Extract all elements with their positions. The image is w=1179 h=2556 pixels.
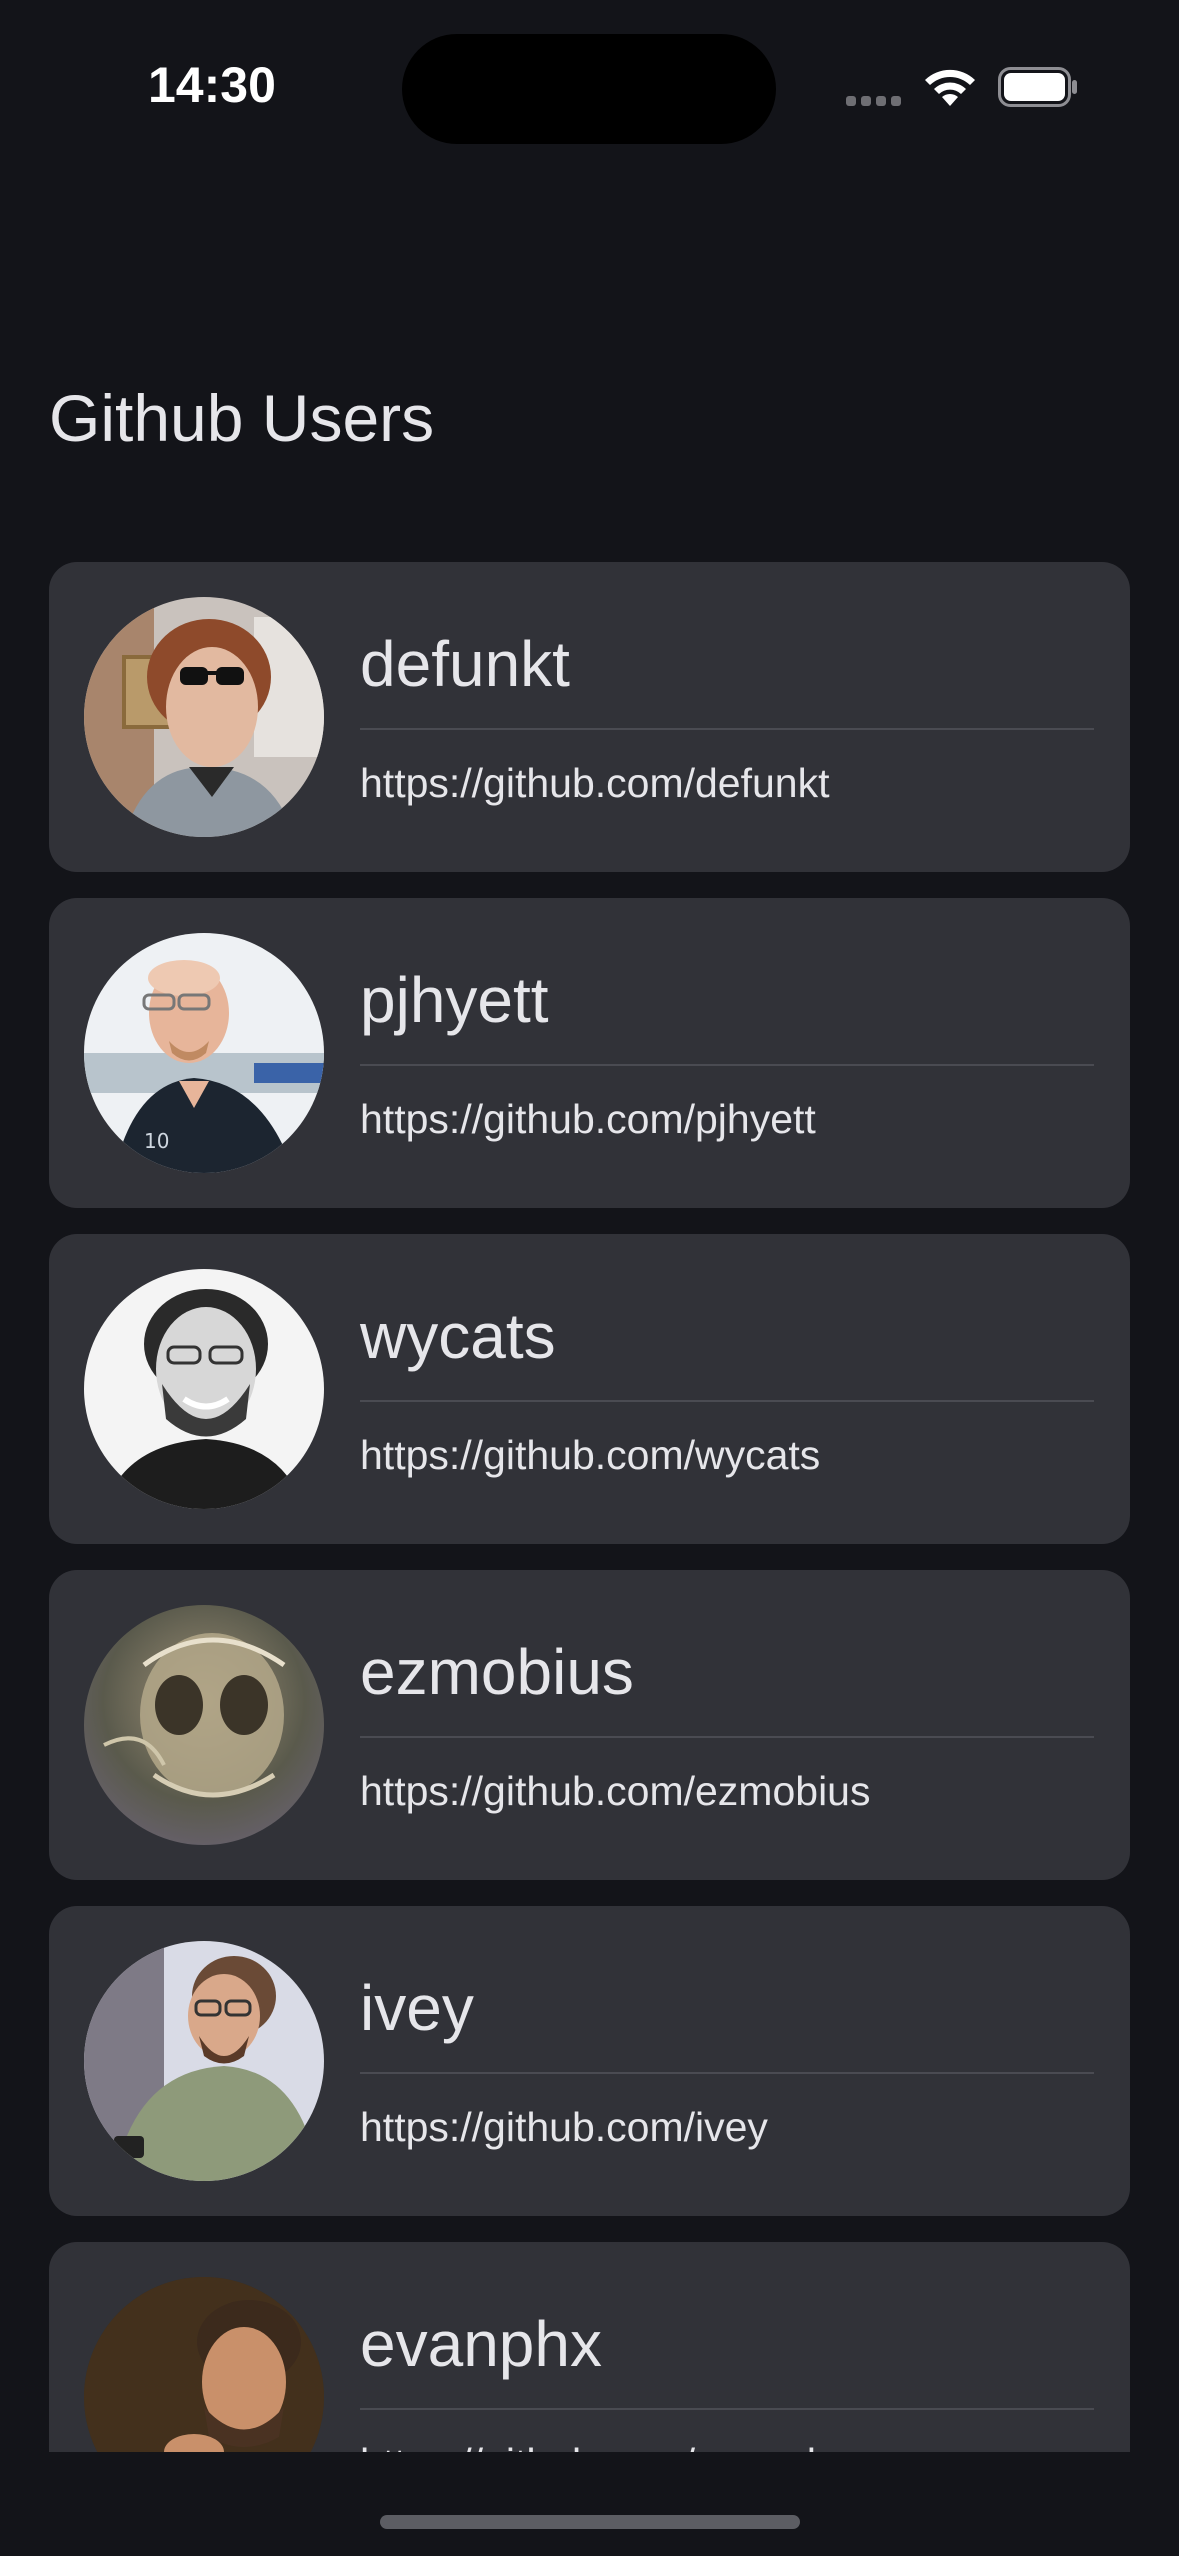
card-divider [360, 2408, 1094, 2410]
user-url[interactable]: https://github.com/ivey [360, 2104, 768, 2151]
card-divider [360, 1400, 1094, 1402]
battery-icon [998, 67, 1077, 107]
user-url[interactable]: https://github.com/ezmobius [360, 1768, 870, 1815]
user-avatar [84, 597, 324, 837]
svg-text:10: 10 [144, 1129, 169, 1153]
status-time: 14:30 [148, 57, 276, 113]
user-card[interactable]: ezmobius https://github.com/ezmobius [49, 1570, 1130, 1880]
user-login: ezmobius [360, 1636, 634, 1708]
card-divider [360, 728, 1094, 730]
user-url[interactable]: https://github.com/pjhyett [360, 1096, 816, 1143]
page-title: Github Users [49, 381, 435, 455]
app-screen: 14:30 Github Users defunkt https://githu… [0, 0, 1179, 2556]
home-indicator[interactable] [380, 2515, 800, 2529]
user-url[interactable]: https://github.com/defunkt [360, 760, 830, 807]
user-avatar [84, 1605, 324, 1845]
user-card[interactable]: ivey https://github.com/ivey [49, 1906, 1130, 2216]
status-bar: 14:30 [0, 0, 1179, 175]
user-card[interactable]: 10 pjhyett https://github.com/pjhyett [49, 898, 1130, 1208]
card-divider [360, 2072, 1094, 2074]
user-card[interactable]: defunkt https://github.com/defunkt [49, 562, 1130, 872]
user-login: defunkt [360, 628, 570, 700]
user-url[interactable]: https://github.com/wycats [360, 1432, 820, 1479]
user-login: ivey [360, 1972, 474, 2044]
user-avatar: 10 [84, 933, 324, 1173]
card-divider [360, 1736, 1094, 1738]
user-list[interactable]: defunkt https://github.com/defunkt 10 pj… [0, 560, 1179, 2452]
user-url[interactable]: https://github.com/evanphx [360, 2440, 850, 2452]
user-card[interactable]: evanphx https://github.com/evanphx [49, 2242, 1130, 2452]
user-login: wycats [360, 1300, 556, 1372]
dynamic-island [402, 34, 776, 144]
user-login: evanphx [360, 2308, 602, 2380]
user-avatar [84, 1269, 324, 1509]
user-avatar [84, 2277, 324, 2452]
user-card[interactable]: wycats https://github.com/wycats [49, 1234, 1130, 1544]
user-avatar [84, 1941, 324, 2181]
cellular-signal-icon [846, 96, 901, 106]
card-divider [360, 1064, 1094, 1066]
wifi-icon [925, 69, 975, 106]
user-login: pjhyett [360, 964, 549, 1036]
